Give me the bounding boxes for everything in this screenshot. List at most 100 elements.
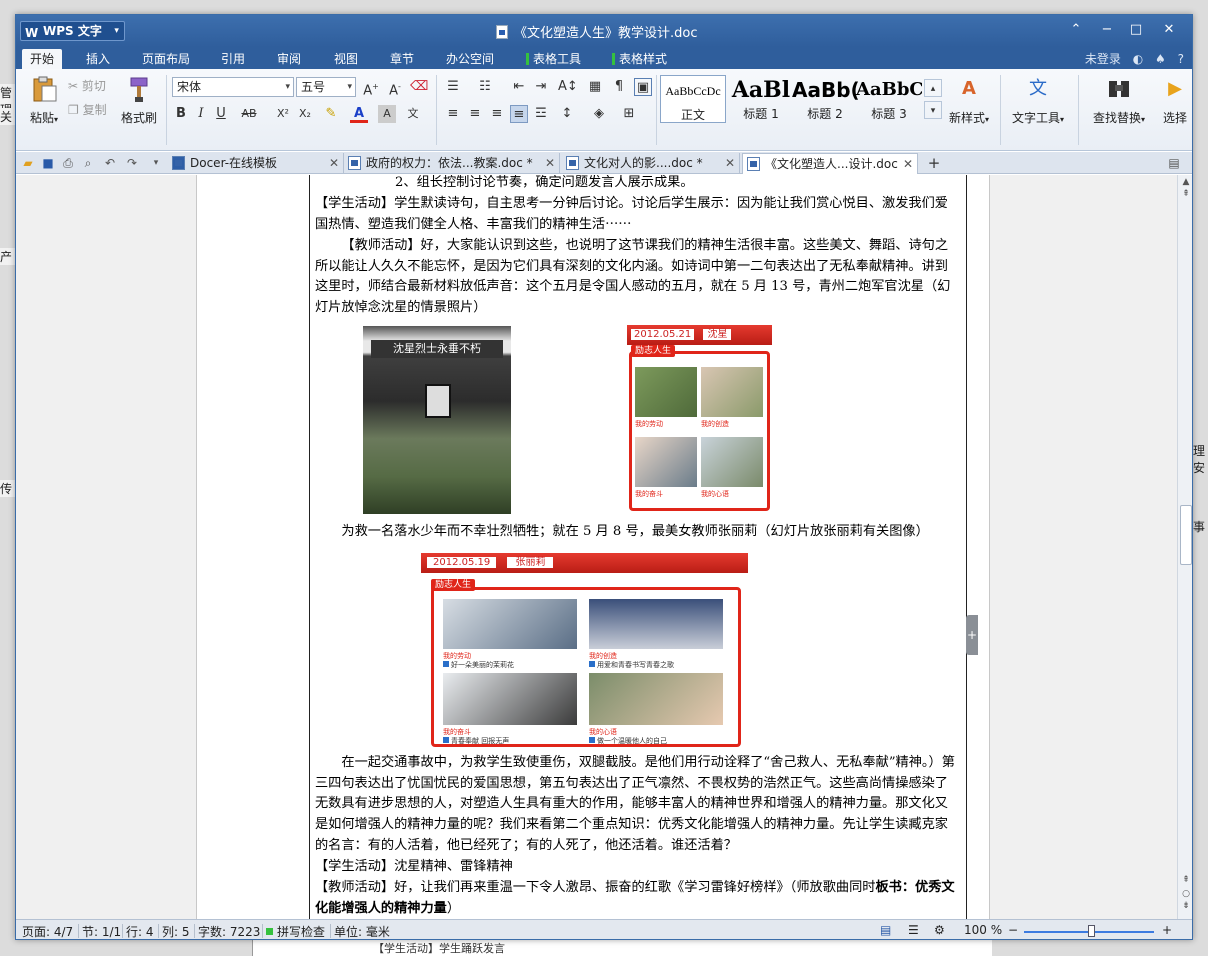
document-page[interactable]: 2、组长控制讨论节奏，确定问题发言人展示成果。 【学生活动】学生默读诗句，自主思… — [196, 175, 990, 919]
doc-tab-docer[interactable]: Docer-在线模板 ✕ — [168, 153, 344, 174]
undo-icon[interactable]: ↶ — [102, 155, 118, 171]
app-menu-button[interactable]: W WPS 文字 ▾ — [20, 21, 125, 41]
tab-table-style[interactable]: 表格样式 — [604, 49, 675, 69]
clear-format-icon[interactable]: ⌫ — [410, 78, 428, 96]
decrease-indent-icon[interactable]: ⇤ — [510, 78, 528, 96]
login-link[interactable]: 未登录 — [1085, 52, 1121, 66]
tab-chapter[interactable]: 章节 — [382, 49, 422, 69]
subscript-icon[interactable]: X₂ — [296, 105, 314, 123]
tab-page-layout[interactable]: 页面布局 — [134, 49, 198, 69]
scroll-up-icon[interactable]: ▲ — [1178, 177, 1192, 187]
bullet-list-icon[interactable]: ☰ — [444, 78, 462, 96]
paragraph[interactable]: 【教师活动】好，大家能认识到这些，也说明了这节课我们的精神生活很丰富。这些美文、… — [315, 236, 960, 319]
save-icon[interactable]: ■ — [40, 155, 56, 171]
border-icon[interactable]: ▣ — [634, 78, 652, 96]
zoom-slider-handle[interactable] — [1088, 925, 1095, 937]
align-right-icon[interactable]: ≡ — [488, 105, 506, 123]
style-heading-2[interactable]: AaBb( 标题 2 — [792, 75, 858, 123]
print-preview-icon[interactable]: ⌕ — [80, 155, 96, 171]
strikethrough-icon[interactable]: AB — [240, 105, 258, 123]
style-heading-3[interactable]: AaBbC 标题 3 — [856, 75, 922, 123]
side-panel-toggle[interactable]: + — [966, 615, 978, 655]
bold-icon[interactable]: B — [172, 105, 190, 123]
quick-access-menu-icon[interactable]: ▾ — [148, 155, 164, 171]
borders-grid-icon[interactable]: ⊞ — [620, 105, 638, 123]
superscript-icon[interactable]: X² — [274, 105, 292, 123]
text-direction-icon[interactable]: A↕ — [558, 78, 578, 96]
style-normal[interactable]: AaBbCcDc 正文 — [660, 75, 726, 123]
close-icon[interactable]: ✕ — [725, 153, 735, 173]
italic-icon[interactable]: I — [192, 105, 210, 123]
font-size-select[interactable]: 五号 — [296, 77, 356, 97]
zoom-out-icon[interactable]: − — [1008, 923, 1018, 937]
close-icon[interactable]: ✕ — [903, 154, 913, 174]
web-view-icon[interactable]: ⚙ — [934, 923, 945, 937]
open-folder-icon[interactable]: ▰ — [20, 155, 36, 171]
style-more-icon[interactable]: ▾ — [924, 101, 942, 119]
photo-shen-xing-profile[interactable]: 2012.05.21 沈星 励志人生 我的劳动 我的创造 我的奋斗 我的心语 — [627, 325, 772, 513]
vertical-scrollbar[interactable]: ▲ ⇞ ⇞ ○ ⇟ — [1177, 175, 1192, 919]
status-page[interactable]: 页面: 4/7 — [22, 923, 73, 939]
zoom-level[interactable]: 100 % — [964, 923, 1002, 937]
phonetic-icon[interactable]: 文 — [404, 105, 422, 123]
table-icon[interactable]: ▦ — [586, 78, 604, 96]
scrollbar-thumb[interactable] — [1180, 505, 1192, 565]
status-word-count[interactable]: 字数: 7223 — [198, 923, 260, 939]
new-tab-icon[interactable]: + — [926, 155, 942, 171]
format-painter-button[interactable]: 格式刷 — [118, 75, 160, 126]
help-button[interactable]: ? — [1178, 52, 1184, 66]
show-hide-icon[interactable]: ¶ — [610, 78, 628, 96]
scroll-top-icon[interactable]: ⇞ — [1178, 189, 1192, 199]
close-button[interactable]: ✕ — [1159, 20, 1179, 40]
tab-insert[interactable]: 插入 — [78, 49, 118, 69]
highlight-icon[interactable]: ✎ — [322, 105, 340, 123]
increase-indent-icon[interactable]: ⇥ — [532, 78, 550, 96]
line-spacing-icon[interactable]: ↕ — [558, 105, 576, 123]
numbered-list-icon[interactable]: ☷ — [476, 78, 494, 96]
paragraph[interactable]: 【教师活动】好，让我们再来重温一下令人激昂、振奋的红歌《学习雷锋好榜样》（师放歌… — [315, 878, 960, 919]
tab-view[interactable]: 视图 — [326, 49, 366, 69]
cut-button[interactable]: ✂ 剪切 — [68, 77, 106, 94]
paragraph[interactable]: 2、组长控制讨论节奏，确定问题发言人展示成果。 — [315, 175, 960, 194]
doc-tab-government[interactable]: 政府的权力：依法...教案.doc * ✕ — [344, 153, 560, 174]
paragraph[interactable]: 【学生活动】沈星精神、雷锋精神 — [315, 857, 960, 878]
style-scroll-up-icon[interactable]: ▴ — [924, 79, 942, 97]
zoom-in-icon[interactable]: + — [1162, 923, 1172, 937]
find-replace-button[interactable]: 查找替换▾ — [1084, 75, 1154, 126]
shirt-icon[interactable]: ♠ — [1155, 52, 1166, 66]
paragraph[interactable]: 【学生活动】学生默读诗句，自主思考一分钟后讨论。讨论后学生展示：因为能让我们赏心… — [315, 194, 960, 235]
page-view-icon[interactable]: ▤ — [880, 923, 891, 937]
doc-tab-culture-influence[interactable]: 文化对人的影....doc * ✕ — [562, 153, 740, 174]
paragraph[interactable]: 在一起交通事故中，为救学生致使重伤，双腿截肢。是他们用行动诠释了“舍己救人、无私… — [315, 753, 960, 857]
tab-references[interactable]: 引用 — [213, 49, 253, 69]
redo-icon[interactable]: ↷ — [124, 155, 140, 171]
tab-table-tools[interactable]: 表格工具 — [518, 49, 589, 69]
distribute-icon[interactable]: ☲ — [532, 105, 550, 123]
document-workspace[interactable]: 2、组长控制讨论节奏，确定问题发言人展示成果。 【学生活动】学生默读诗句，自主思… — [16, 175, 1177, 919]
print-icon[interactable]: ⎙ — [60, 155, 76, 171]
style-heading-1[interactable]: AaBl 标题 1 — [728, 75, 794, 123]
tab-review[interactable]: 审阅 — [269, 49, 309, 69]
new-style-button[interactable]: A 新样式▾ — [942, 75, 996, 126]
paste-button[interactable]: 粘贴▾ — [24, 75, 64, 126]
doc-tab-culture-shapes-life[interactable]: 《文化塑造人...设计.doc ✕ — [742, 153, 918, 174]
skin-icon[interactable]: ◐ — [1133, 52, 1143, 66]
align-left-icon[interactable]: ≡ — [444, 105, 462, 123]
tab-office-space[interactable]: 办公空间 — [438, 49, 502, 69]
paragraph[interactable]: 为救一名落水少年而不幸壮烈牺牲；就在 5 月 8 号，最美女教师张丽莉（幻灯片放… — [315, 522, 960, 543]
photo-zhang-lili-profile[interactable]: 2012.05.19 张丽莉 励志人生 我的劳动 好一朵美丽的茉莉花 我的创造 … — [421, 553, 748, 749]
grow-font-icon[interactable]: A+ — [362, 78, 380, 98]
align-justify-icon[interactable]: ≡ — [510, 105, 528, 123]
align-center-icon[interactable]: ≡ — [466, 105, 484, 123]
maximize-button[interactable]: □ — [1126, 20, 1146, 40]
prev-page-icon[interactable]: ⇞ — [1178, 875, 1192, 885]
minimize-button[interactable]: − — [1097, 20, 1117, 40]
collapse-ribbon-button[interactable]: ⌃ — [1066, 20, 1086, 40]
spell-check-toggle[interactable]: 拼写检查 — [266, 923, 325, 939]
close-icon[interactable]: ✕ — [545, 153, 555, 173]
text-tools-button[interactable]: 文 文字工具▾ — [1006, 75, 1070, 126]
underline-icon[interactable]: U — [212, 105, 230, 123]
status-unit[interactable]: 单位: 毫米 — [334, 923, 390, 939]
copy-button[interactable]: ❐ 复制 — [68, 101, 107, 118]
font-name-select[interactable]: 宋体 — [172, 77, 294, 97]
